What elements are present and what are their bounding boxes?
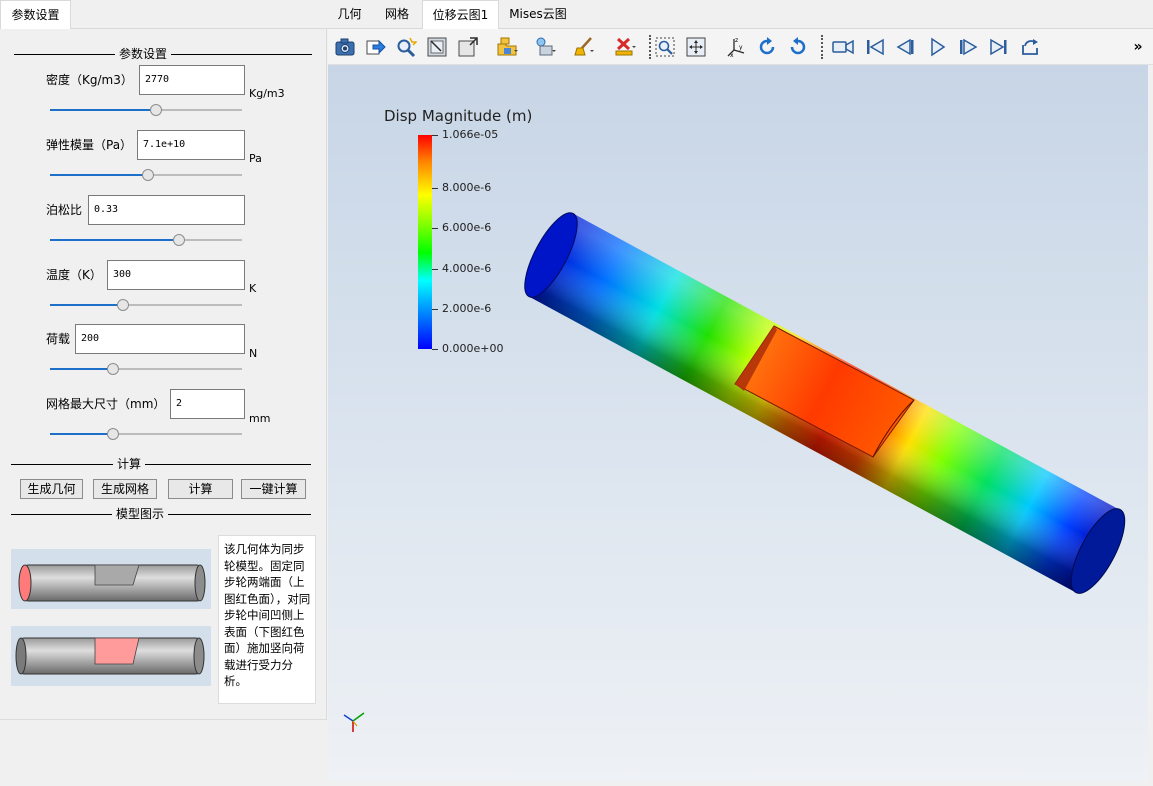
- load-input[interactable]: 200: [75, 324, 245, 354]
- left-panel-footer: [0, 719, 327, 786]
- section-params-header: 参数设置: [14, 47, 312, 61]
- folder-icon[interactable]: [495, 35, 519, 59]
- load-unit: N: [249, 347, 258, 360]
- model-description: 该几何体为同步轮模型。固定同步轮两端面（上图红色面），对同步轮中间凹侧上表面（下…: [218, 535, 316, 704]
- rotate-ccw-icon[interactable]: [786, 35, 810, 59]
- modulus-label: 弹性模量（Pa）: [46, 138, 133, 152]
- section-model-header: 模型图示: [11, 507, 311, 521]
- section-compute-title: 计算: [113, 457, 146, 471]
- load-slider[interactable]: [50, 363, 242, 375]
- last-frame-icon[interactable]: [987, 35, 1011, 59]
- view-toolbar: zyx »: [328, 29, 1153, 65]
- temperature-slider[interactable]: [50, 299, 242, 311]
- modulus-slider[interactable]: [50, 169, 242, 181]
- paint-brush-icon[interactable]: [572, 35, 596, 59]
- density-label: 密度（Kg/m3）: [46, 73, 133, 87]
- modulus-input[interactable]: 7.1e+10: [137, 130, 245, 160]
- slider-thumb[interactable]: [141, 169, 154, 181]
- left-tab-bar: 参数设置: [0, 0, 328, 29]
- tab-geometry[interactable]: 几何: [328, 0, 371, 29]
- density-slider[interactable]: [50, 104, 242, 116]
- view-tab-bar: 几何 网格 位移云图1 Mises云图: [328, 0, 1153, 29]
- next-frame-icon[interactable]: [956, 35, 980, 59]
- mesh-size-unit: mm: [249, 412, 271, 425]
- displacement-contour-model: [524, 212, 1126, 594]
- toolbar-overflow-button[interactable]: »: [1128, 35, 1148, 59]
- slider-thumb[interactable]: [149, 104, 162, 116]
- video-camera-icon[interactable]: [831, 35, 855, 59]
- tab-params[interactable]: 参数设置: [0, 0, 71, 29]
- svg-text:z: z: [735, 37, 738, 44]
- svg-text:x: x: [730, 52, 734, 58]
- one-click-compute-button[interactable]: 一键计算: [241, 479, 306, 499]
- prev-frame-icon[interactable]: [894, 35, 918, 59]
- magnify-icon[interactable]: [394, 35, 418, 59]
- render-viewport[interactable]: Disp Magnitude (m) 1.066e-05 8.000e-6 6.…: [328, 65, 1148, 781]
- section-compute-header: 计算: [11, 457, 311, 471]
- generate-mesh-button[interactable]: 生成网格: [93, 479, 157, 499]
- mesh-size-slider[interactable]: [50, 428, 242, 440]
- density-input[interactable]: 2770: [139, 65, 245, 95]
- section-params-title: 参数设置: [115, 47, 172, 61]
- zoom-box-icon[interactable]: [456, 35, 480, 59]
- axes-icon[interactable]: zyx: [724, 35, 748, 59]
- slider-thumb[interactable]: [172, 234, 185, 246]
- generate-geometry-button[interactable]: 生成几何: [20, 479, 83, 499]
- density-unit: Kg/m3: [249, 87, 285, 100]
- compute-button[interactable]: 计算: [168, 479, 233, 499]
- mesh-size-label: 网格最大尺寸（mm）: [46, 397, 166, 411]
- loop-icon[interactable]: [1018, 35, 1042, 59]
- modulus-unit: Pa: [249, 152, 262, 165]
- tab-mesh[interactable]: 网格: [372, 0, 422, 29]
- zoom-select-icon[interactable]: [653, 35, 677, 59]
- mesh-size-input[interactable]: 2: [170, 389, 245, 419]
- play-icon[interactable]: [925, 35, 949, 59]
- select-icon[interactable]: [533, 35, 557, 59]
- slider-thumb[interactable]: [116, 299, 129, 311]
- delete-icon[interactable]: [613, 35, 637, 59]
- tab-mises-contour[interactable]: Mises云图: [500, 0, 576, 29]
- model-fixed-faces-image: [11, 549, 211, 609]
- app-window: 参数设置 参数设置 密度（Kg/m3） 2770 Kg/m3 弹性模量（Pa） …: [0, 0, 1153, 786]
- section-model-title: 模型图示: [112, 507, 169, 521]
- overflow-icon: »: [1133, 39, 1143, 55]
- slider-thumb[interactable]: [107, 363, 120, 375]
- slider-thumb[interactable]: [107, 428, 120, 440]
- model-load-face-image: [11, 626, 211, 686]
- export-icon[interactable]: [363, 35, 387, 59]
- rotate-cw-icon[interactable]: [755, 35, 779, 59]
- svg-text:y: y: [739, 44, 743, 51]
- reset-view-icon[interactable]: [425, 35, 449, 59]
- tab-displacement-contour[interactable]: 位移云图1: [422, 0, 499, 29]
- temperature-input[interactable]: 300: [107, 260, 245, 290]
- load-label: 荷载: [46, 332, 71, 346]
- params-panel: 参数设置 密度（Kg/m3） 2770 Kg/m3 弹性模量（Pa） 7.1e+…: [0, 29, 327, 719]
- temperature-unit: K: [249, 282, 257, 295]
- camera-icon[interactable]: [333, 35, 357, 59]
- poisson-input[interactable]: 0.33: [88, 195, 245, 225]
- temperature-label: 温度（K）: [46, 268, 102, 282]
- orientation-axes-icon: [343, 712, 365, 732]
- pan-icon[interactable]: [684, 35, 708, 59]
- first-frame-icon[interactable]: [863, 35, 887, 59]
- poisson-label: 泊松比: [46, 203, 83, 217]
- poisson-slider[interactable]: [50, 234, 242, 246]
